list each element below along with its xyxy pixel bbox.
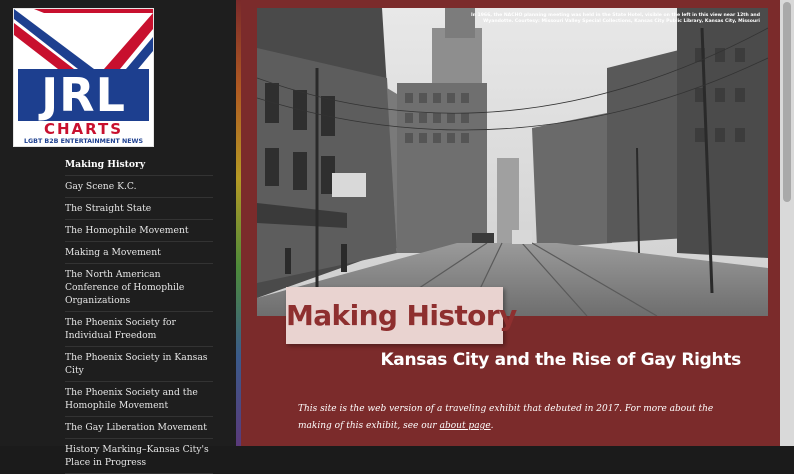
scrollbar[interactable] (780, 0, 794, 446)
intro-text: This site is the web version of a travel… (298, 401, 718, 435)
nav-item-making-a-movement[interactable]: Making a Movement (65, 242, 213, 264)
nav-item-phoenix-kansas-city[interactable]: The Phoenix Society in Kansas City (65, 347, 213, 382)
nav-item-straight-state[interactable]: The Straight State (65, 198, 213, 220)
hero-photo: In 1966, the NACHO planning meeting was … (257, 8, 768, 316)
intro-text-after: . (490, 421, 494, 431)
scrollbar-thumb[interactable] (783, 2, 791, 202)
about-page-link[interactable]: about page (440, 421, 491, 431)
nav-item-phoenix-homophile[interactable]: The Phoenix Society and the Homophile Mo… (65, 382, 213, 417)
jrl-charts-logo[interactable]: JRL CHARTS LGBT B2B ENTERTAINMENT NEWS (13, 8, 154, 147)
sidebar: JRL CHARTS LGBT B2B ENTERTAINMENT NEWS M… (0, 0, 240, 474)
nav-item-history-marking[interactable]: History Marking–Kansas City's Place in P… (65, 439, 213, 474)
photo-caption: In 1966, the NACHO planning meeting was … (470, 13, 760, 24)
main-content: In 1966, the NACHO planning meeting was … (241, 0, 794, 446)
page-subtitle: Kansas City and the Rise of Gay Rights (380, 350, 741, 370)
intro-text-before: This site is the web version of a travel… (298, 404, 714, 431)
sidebar-nav: Making History Gay Scene K.C. The Straig… (65, 154, 213, 474)
logo-brand: JRL (18, 69, 149, 121)
nav-item-gay-liberation[interactable]: The Gay Liberation Movement (65, 417, 213, 439)
nav-item-gay-scene[interactable]: Gay Scene K.C. (65, 176, 213, 198)
page-title: Making History (286, 299, 517, 332)
nav-item-homophile-movement[interactable]: The Homophile Movement (65, 220, 213, 242)
nav-item-phoenix-society[interactable]: The Phoenix Society for Individual Freed… (65, 312, 213, 347)
logo-tagline: LGBT B2B ENTERTAINMENT NEWS (23, 138, 144, 145)
nav-item-making-history[interactable]: Making History (65, 154, 213, 176)
logo-word: CHARTS (43, 120, 124, 138)
flag-graphic (14, 9, 153, 69)
title-box: Making History (286, 287, 517, 344)
nav-item-nacho[interactable]: The North American Conference of Homophi… (65, 264, 213, 312)
